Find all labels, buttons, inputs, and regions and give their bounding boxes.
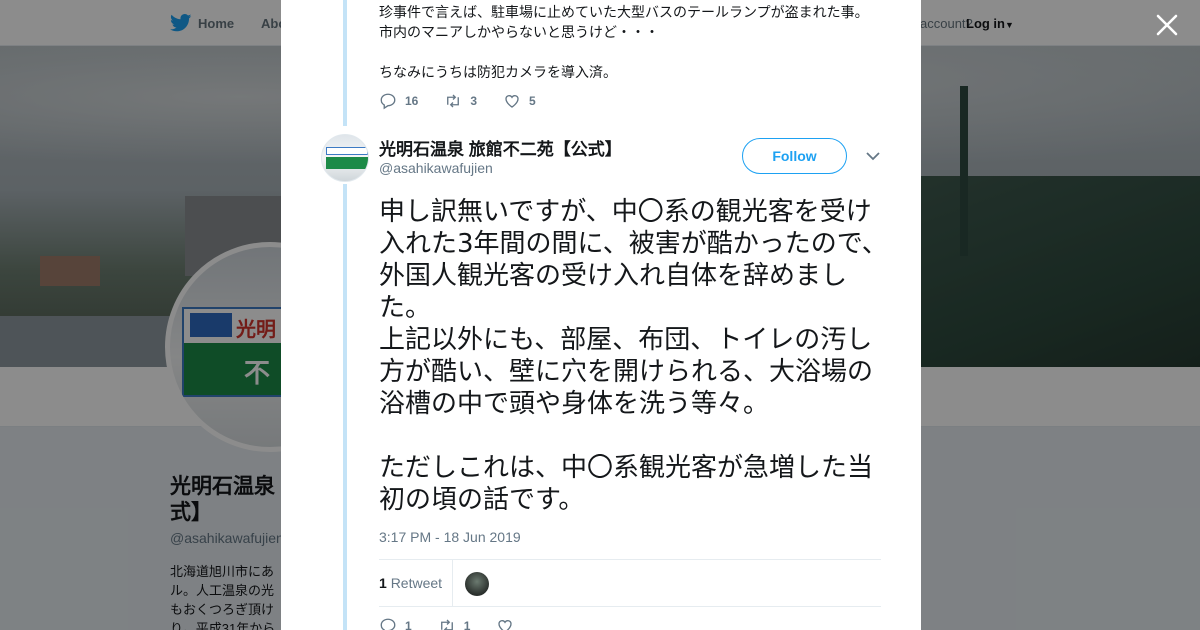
tweet-author-name[interactable]: 光明石温泉 旅館不二苑【公式】 [379, 135, 622, 160]
tweet-text: 申し訳無いですが、中〇系の観光客を受け入れた3年間の間に、被害が酷かったので、外… [379, 197, 888, 515]
thread-line [343, 184, 347, 630]
close-button[interactable] [1154, 12, 1180, 38]
retweeter-avatar[interactable] [465, 572, 489, 596]
close-icon [1156, 14, 1178, 36]
retweet-icon [440, 619, 453, 630]
retweet-count: 1 [463, 619, 471, 630]
tweet-stats: 1 Retweet [379, 559, 881, 607]
tweet-modal: 珍事件で言えば、駐車場に止めていた大型バスのテールランプが盗まれた事。 市内のマ… [281, 0, 921, 630]
tweet-avatar[interactable] [321, 134, 369, 182]
reply-icon [380, 93, 396, 110]
retweet-stat[interactable]: 1 Retweet [379, 575, 442, 591]
like-button[interactable]: 5 [503, 92, 536, 110]
reply-button[interactable]: 16 [379, 92, 418, 110]
thread-line [343, 0, 347, 126]
reply-button[interactable]: 1 [379, 617, 412, 630]
reply-icon [380, 618, 396, 630]
retweet-count: 3 [470, 94, 478, 108]
retweet-button[interactable]: 1 [438, 617, 471, 630]
retweet-stat-label: Retweet [390, 575, 443, 591]
retweet-stat-count: 1 [379, 575, 387, 591]
tweet-actions: 1 1 [379, 617, 540, 630]
heart-icon [505, 95, 519, 108]
retweet-icon [447, 94, 460, 108]
chevron-down-icon[interactable] [865, 148, 881, 164]
reply-count: 16 [405, 94, 419, 108]
previous-tweet-text: 珍事件で言えば、駐車場に止めていた大型バスのテールランプが盗まれた事。 市内のマ… [379, 4, 869, 80]
like-count: 5 [529, 94, 536, 108]
previous-tweet-actions: 16 3 5 [379, 92, 562, 110]
follow-button[interactable]: Follow [742, 138, 847, 174]
like-button[interactable] [496, 617, 514, 630]
tweet-author-handle[interactable]: @asahikawafujien [379, 160, 493, 176]
tweet-timestamp[interactable]: 3:17 PM - 18 Jun 2019 [379, 529, 521, 545]
retweet-button[interactable]: 3 [444, 92, 477, 110]
reply-count: 1 [405, 619, 412, 630]
stat-divider [452, 560, 453, 606]
heart-icon [498, 620, 513, 630]
